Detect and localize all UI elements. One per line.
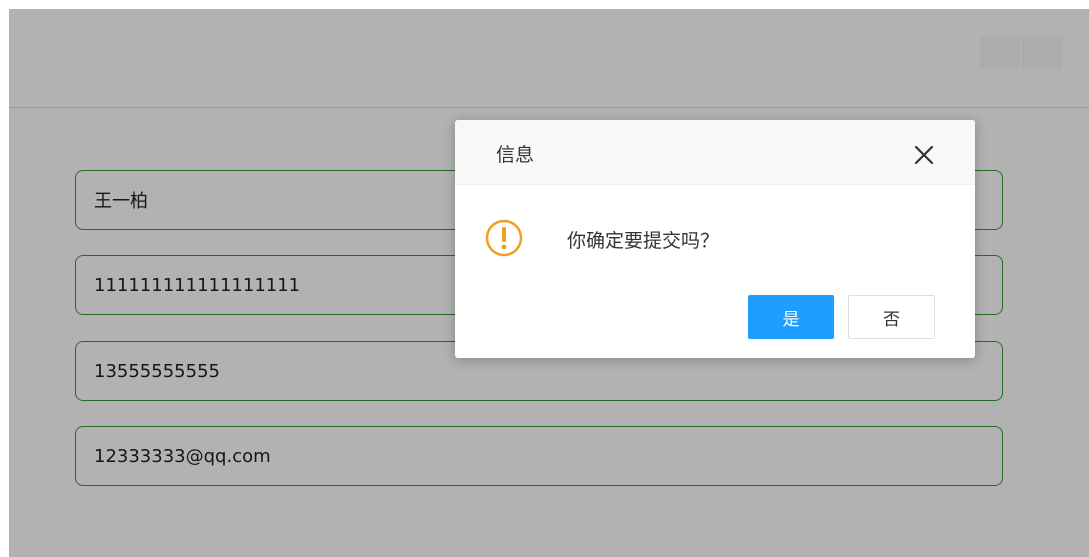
confirm-no-button[interactable]: 否 [848,295,935,339]
close-icon[interactable] [913,144,935,166]
dialog-header: 信息 [455,120,975,185]
confirm-yes-button[interactable]: 是 [748,295,834,339]
confirm-dialog: 信息 你确定要提交吗？ 是 否 [455,120,975,358]
dialog-title: 信息 [496,144,535,166]
confirm-yes-label: 是 [782,309,800,330]
dialog-message: 你确定要提交吗？ [567,230,720,252]
warning-exclamation-icon [484,218,524,258]
confirm-no-label: 否 [883,309,900,330]
page-frame: 王一柏 111111111111111111 13555555555 12333… [9,9,1089,557]
